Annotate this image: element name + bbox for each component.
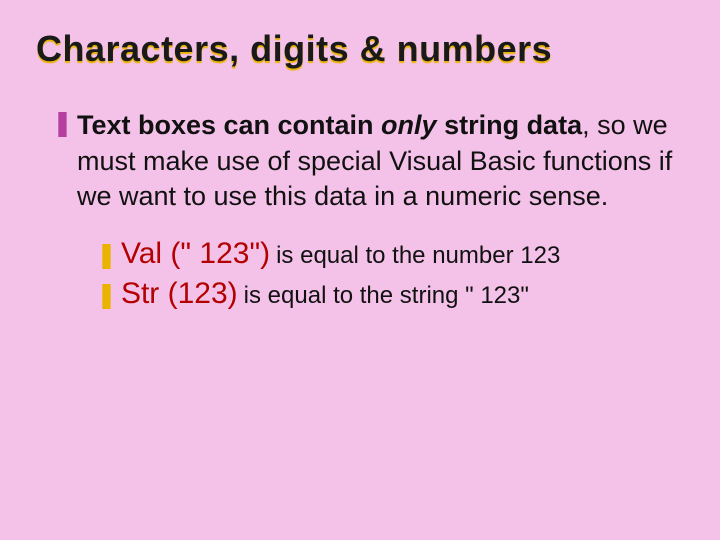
main-bold-tail: string data [437,110,583,140]
sub-bullet-icon: ❚ [96,240,117,270]
sub-desc: is equal to the string " 123" [244,282,529,310]
sub-bullet-icon: ❚ [96,280,117,310]
main-bold-italic: only [381,110,437,140]
main-bold-lead: Text boxes can contain [77,110,381,140]
bullet-icon: ❚ [52,108,73,138]
sub-fn: Val (" 123") [121,237,270,271]
sub-desc: is equal to the number 123 [276,242,560,270]
sub-bullet: ❚ Str (123) is equal to the string " 123… [96,277,684,311]
sub-fn: Str (123) [121,277,238,311]
main-bullet: ❚ Text boxes can contain only string dat… [52,108,684,215]
sub-bullets: ❚ Val (" 123") is equal to the number 12… [96,237,684,311]
main-bullet-text: Text boxes can contain only string data,… [77,108,684,215]
sub-bullet: ❚ Val (" 123") is equal to the number 12… [96,237,684,271]
slide-title: Characters, digits & numbers [36,28,684,70]
